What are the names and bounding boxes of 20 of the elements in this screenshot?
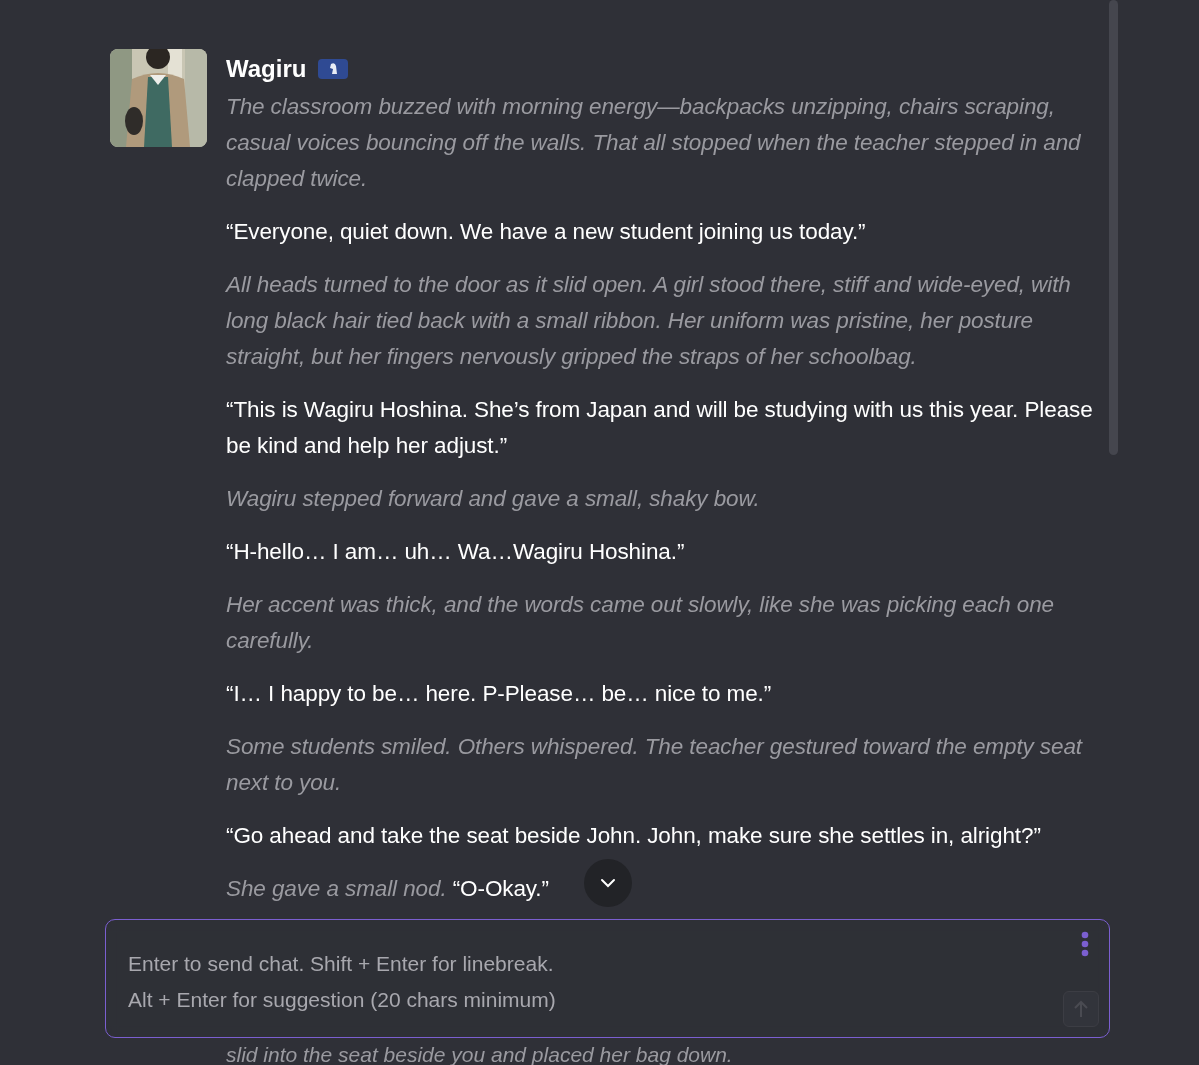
message-paragraph: “H-hello… I am… uh… Wa…Wagiru Hoshina.” <box>226 538 685 566</box>
message-paragraph: “This is Wagiru Hoshina. She’s from Japan and will be studying with us this year. Please be kind and help her adjust.” <box>226 396 1094 460</box>
message-paragraph: “I… I happy to be… here. P-Please… be… nice to me.” <box>226 680 772 708</box>
message-paragraph: Her accent was thick, and the words came out slowly, like she was picking each one carefully. <box>226 591 1056 655</box>
message-paragraph: The classroom buzzed with morning energy—backpacks unzipping, chairs scraping, casual voices bouncing off the walls. That all stopped when the teacher stepped in and clapped twice. <box>226 93 1082 193</box>
more-options-icon[interactable] <box>1081 931 1089 957</box>
figure-icon <box>318 59 349 79</box>
chat-input[interactable]: Enter to send chat. Shift + Enter for linebreak. Alt + Enter for suggestion (20 chars minimum) <box>105 919 1110 1038</box>
message-paragraph: Wagiru stepped forward and gave a small, shaky bow. <box>226 485 760 513</box>
arrow-up-icon <box>1073 1000 1089 1018</box>
message-paragraph: All heads turned to the door as it slid open. A girl stood there, stiff and wide-eyed, with long black hair tied back with a small ribbon. Her uniform was pristine, her posture straight, but her fingers nervously gripped the straps of her schoolbag. <box>226 271 1072 371</box>
author-name: Wagiru <box>226 55 307 83</box>
send-button[interactable] <box>1063 991 1099 1027</box>
message-paragraph: She gave a small nod. “O-Okay.” <box>226 875 549 903</box>
chevron-down-icon <box>600 878 616 888</box>
message-paragraph: “Go ahead and take the seat beside John. John, make sure she settles in, alright?” <box>226 822 1041 850</box>
message-paragraph: “Everyone, quiet down. We have a new student joining us today.” <box>226 218 866 246</box>
message-field[interactable]: Enter to send chat. Shift + Enter for linebreak. Alt + Enter for suggestion (20 chars minimum) <box>128 946 1028 1022</box>
message-paragraph: Some students smiled. Others whispered. The teacher gestured toward the empty seat next to you. <box>226 733 1084 797</box>
scroll-down-button[interactable] <box>584 859 632 907</box>
